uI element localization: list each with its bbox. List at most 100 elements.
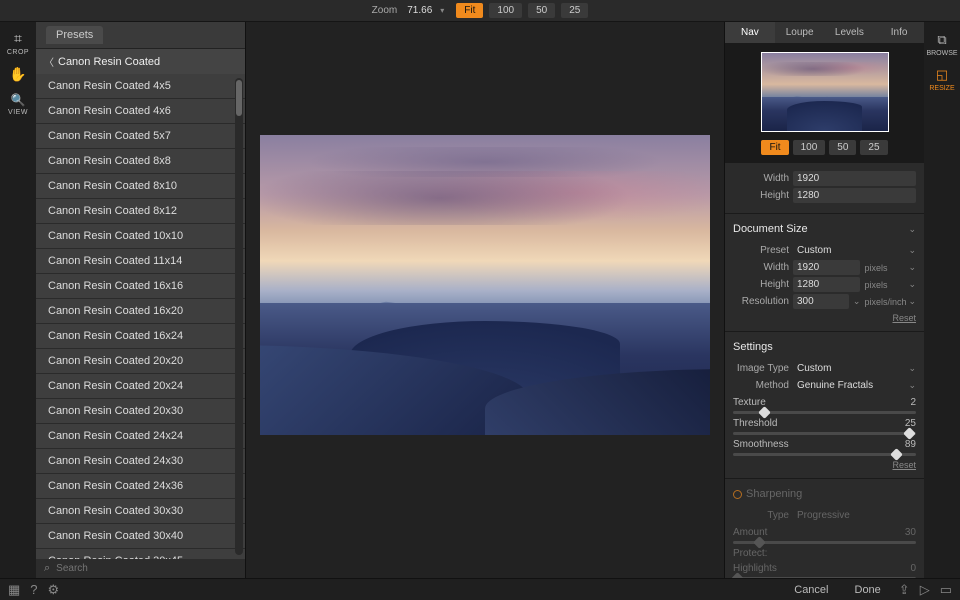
preset-item[interactable]: Canon Resin Coated 11x14 xyxy=(36,249,245,274)
doc-width-field[interactable]: 1920 xyxy=(793,260,860,275)
canvas-area[interactable] xyxy=(246,22,724,578)
settings-title: Settings xyxy=(733,341,773,353)
zoom-25-button[interactable]: 25 xyxy=(561,3,588,18)
scrollbar-thumb[interactable] xyxy=(236,80,242,116)
doc-height-field[interactable]: 1280 xyxy=(793,277,860,292)
crop-tool[interactable]: ⌗ CROP xyxy=(4,26,32,60)
preset-item[interactable]: Canon Resin Coated 4x6 xyxy=(36,99,245,124)
preset-item[interactable]: Canon Resin Coated 20x20 xyxy=(36,349,245,374)
search-input[interactable] xyxy=(56,563,237,574)
preset-item[interactable]: Canon Resin Coated 10x10 xyxy=(36,224,245,249)
view-tool[interactable]: 🔍 VIEW xyxy=(4,89,32,120)
preset-category-header[interactable]: 〈 Canon Resin Coated xyxy=(36,49,245,74)
chevron-down-icon[interactable]: ⌄ xyxy=(853,296,861,307)
top-toolbar: Zoom 71.66 ▾ Fit 100 50 25 xyxy=(0,0,960,22)
doc-res-field[interactable]: 300 xyxy=(793,294,849,309)
chevron-down-icon[interactable]: ⌄ xyxy=(908,363,916,374)
left-tool-rail: ⌗ CROP ✋ 🔍 VIEW xyxy=(0,22,36,578)
doc-preset-select[interactable]: Custom xyxy=(793,243,904,258)
settings-section: Settings Image TypeCustom⌄ MethodGenuine… xyxy=(725,332,924,479)
threshold-slider[interactable]: Threshold25 xyxy=(733,418,916,435)
nav-zoom-25[interactable]: 25 xyxy=(860,140,887,155)
preset-item[interactable]: Canon Resin Coated 16x16 xyxy=(36,274,245,299)
tab-levels[interactable]: Levels xyxy=(825,22,875,43)
browse-icon: ⧉ xyxy=(937,32,946,48)
grid-icon[interactable]: ▦ xyxy=(8,582,20,598)
texture-slider[interactable]: Texture2 xyxy=(733,397,916,414)
preset-item[interactable]: Canon Resin Coated 8x10 xyxy=(36,174,245,199)
tab-info[interactable]: Info xyxy=(874,22,924,43)
nav-zoom-fit[interactable]: Fit xyxy=(761,140,788,155)
amount-slider[interactable]: Amount30 xyxy=(733,527,916,544)
preset-item[interactable]: Canon Resin Coated 4x5 xyxy=(36,74,245,99)
chevron-down-icon[interactable]: ⌄ xyxy=(908,245,916,256)
preset-item[interactable]: Canon Resin Coated 8x12 xyxy=(36,199,245,224)
preset-item[interactable]: Canon Resin Coated 16x24 xyxy=(36,324,245,349)
preset-search[interactable]: ⌕ xyxy=(36,559,245,578)
preset-item[interactable]: Canon Resin Coated 30x45 xyxy=(36,549,245,559)
px-height-field[interactable]: 1280 xyxy=(793,188,916,203)
next-icon[interactable]: ▷ xyxy=(920,582,930,598)
preset-item[interactable]: Canon Resin Coated 20x30 xyxy=(36,399,245,424)
share-icon[interactable]: ⇪ xyxy=(899,582,910,598)
sharpening-type-select[interactable]: Progressive xyxy=(793,508,916,523)
tab-loupe[interactable]: Loupe xyxy=(775,22,825,43)
resize-icon: ◱ xyxy=(936,67,948,83)
navigator: Fit 100 50 25 xyxy=(725,44,924,163)
cancel-button[interactable]: Cancel xyxy=(786,581,836,599)
image-type-select[interactable]: Custom xyxy=(793,361,904,376)
pan-tool[interactable]: ✋ xyxy=(4,62,32,87)
px-width-field[interactable]: 1920 xyxy=(793,171,916,186)
nav-zoom-50[interactable]: 50 xyxy=(829,140,856,155)
gear-icon[interactable]: ⚙ xyxy=(48,582,60,598)
preset-item[interactable]: Canon Resin Coated 24x30 xyxy=(36,449,245,474)
zoom-value[interactable]: 71.66 xyxy=(407,5,432,16)
chevron-down-icon[interactable]: ⌄ xyxy=(908,224,916,235)
browse-tool[interactable]: ⧉ BROWSE xyxy=(926,32,957,57)
zoom-100-button[interactable]: 100 xyxy=(489,3,522,18)
footer-bar: ▦ ? ⚙ Cancel Done ⇪ ▷ ▭ xyxy=(0,578,960,600)
chevron-down-icon[interactable]: ⌄ xyxy=(908,296,916,307)
zoom-label: Zoom xyxy=(372,5,398,16)
zoom-50-button[interactable]: 50 xyxy=(528,3,555,18)
chevron-down-icon[interactable]: ⌄ xyxy=(908,279,916,290)
right-panel: Nav Loupe Levels Info Fit 100 50 25 Widt… xyxy=(724,22,924,578)
presets-tab[interactable]: Presets xyxy=(46,26,103,44)
zoom-fit-button[interactable]: Fit xyxy=(456,3,483,18)
preset-item[interactable]: Canon Resin Coated 5x7 xyxy=(36,124,245,149)
pixel-dimensions-section: Width1920 Height1280 xyxy=(725,163,924,214)
resize-tool[interactable]: ◱ RESIZE xyxy=(929,67,954,92)
preview-image xyxy=(260,135,710,435)
doc-reset-button[interactable]: Reset xyxy=(733,313,916,323)
highlights-slider[interactable]: Highlights0 xyxy=(733,563,916,578)
navigator-thumbnail[interactable] xyxy=(761,52,889,132)
document-size-title: Document Size xyxy=(733,223,808,235)
toggle-icon[interactable] xyxy=(733,490,742,499)
smoothness-slider[interactable]: Smoothness89 xyxy=(733,439,916,456)
scrollbar[interactable] xyxy=(235,78,243,555)
chevron-down-icon[interactable]: ▾ xyxy=(440,6,444,15)
preset-item[interactable]: Canon Resin Coated 20x24 xyxy=(36,374,245,399)
done-button[interactable]: Done xyxy=(847,581,889,599)
help-icon[interactable]: ? xyxy=(30,582,37,597)
preset-item[interactable]: Canon Resin Coated 16x20 xyxy=(36,299,245,324)
preset-item[interactable]: Canon Resin Coated 30x30 xyxy=(36,499,245,524)
chevron-down-icon[interactable]: ⌄ xyxy=(908,262,916,273)
magnifier-icon: 🔍 xyxy=(11,93,26,107)
preset-item[interactable]: Canon Resin Coated 24x24 xyxy=(36,424,245,449)
document-size-section: Document Size⌄ PresetCustom⌄ Width1920pi… xyxy=(725,214,924,332)
chevron-down-icon[interactable]: ⌄ xyxy=(908,380,916,391)
preset-item[interactable]: Canon Resin Coated 8x8 xyxy=(36,149,245,174)
preset-item[interactable]: Canon Resin Coated 24x36 xyxy=(36,474,245,499)
far-right-rail: ⧉ BROWSE ◱ RESIZE xyxy=(924,22,960,578)
settings-reset-button[interactable]: Reset xyxy=(733,460,916,470)
preset-item[interactable]: Canon Resin Coated 30x40 xyxy=(36,524,245,549)
tab-nav[interactable]: Nav xyxy=(725,22,775,43)
presets-tab-bar: Presets xyxy=(36,22,245,49)
nav-zoom-100[interactable]: 100 xyxy=(793,140,826,155)
compare-icon[interactable]: ▭ xyxy=(940,582,952,598)
back-chevron-icon: 〈 xyxy=(44,54,54,69)
right-tabs: Nav Loupe Levels Info xyxy=(725,22,924,44)
method-select[interactable]: Genuine Fractals xyxy=(793,378,904,393)
preset-list[interactable]: Canon Resin Coated 4x5Canon Resin Coated… xyxy=(36,74,245,559)
